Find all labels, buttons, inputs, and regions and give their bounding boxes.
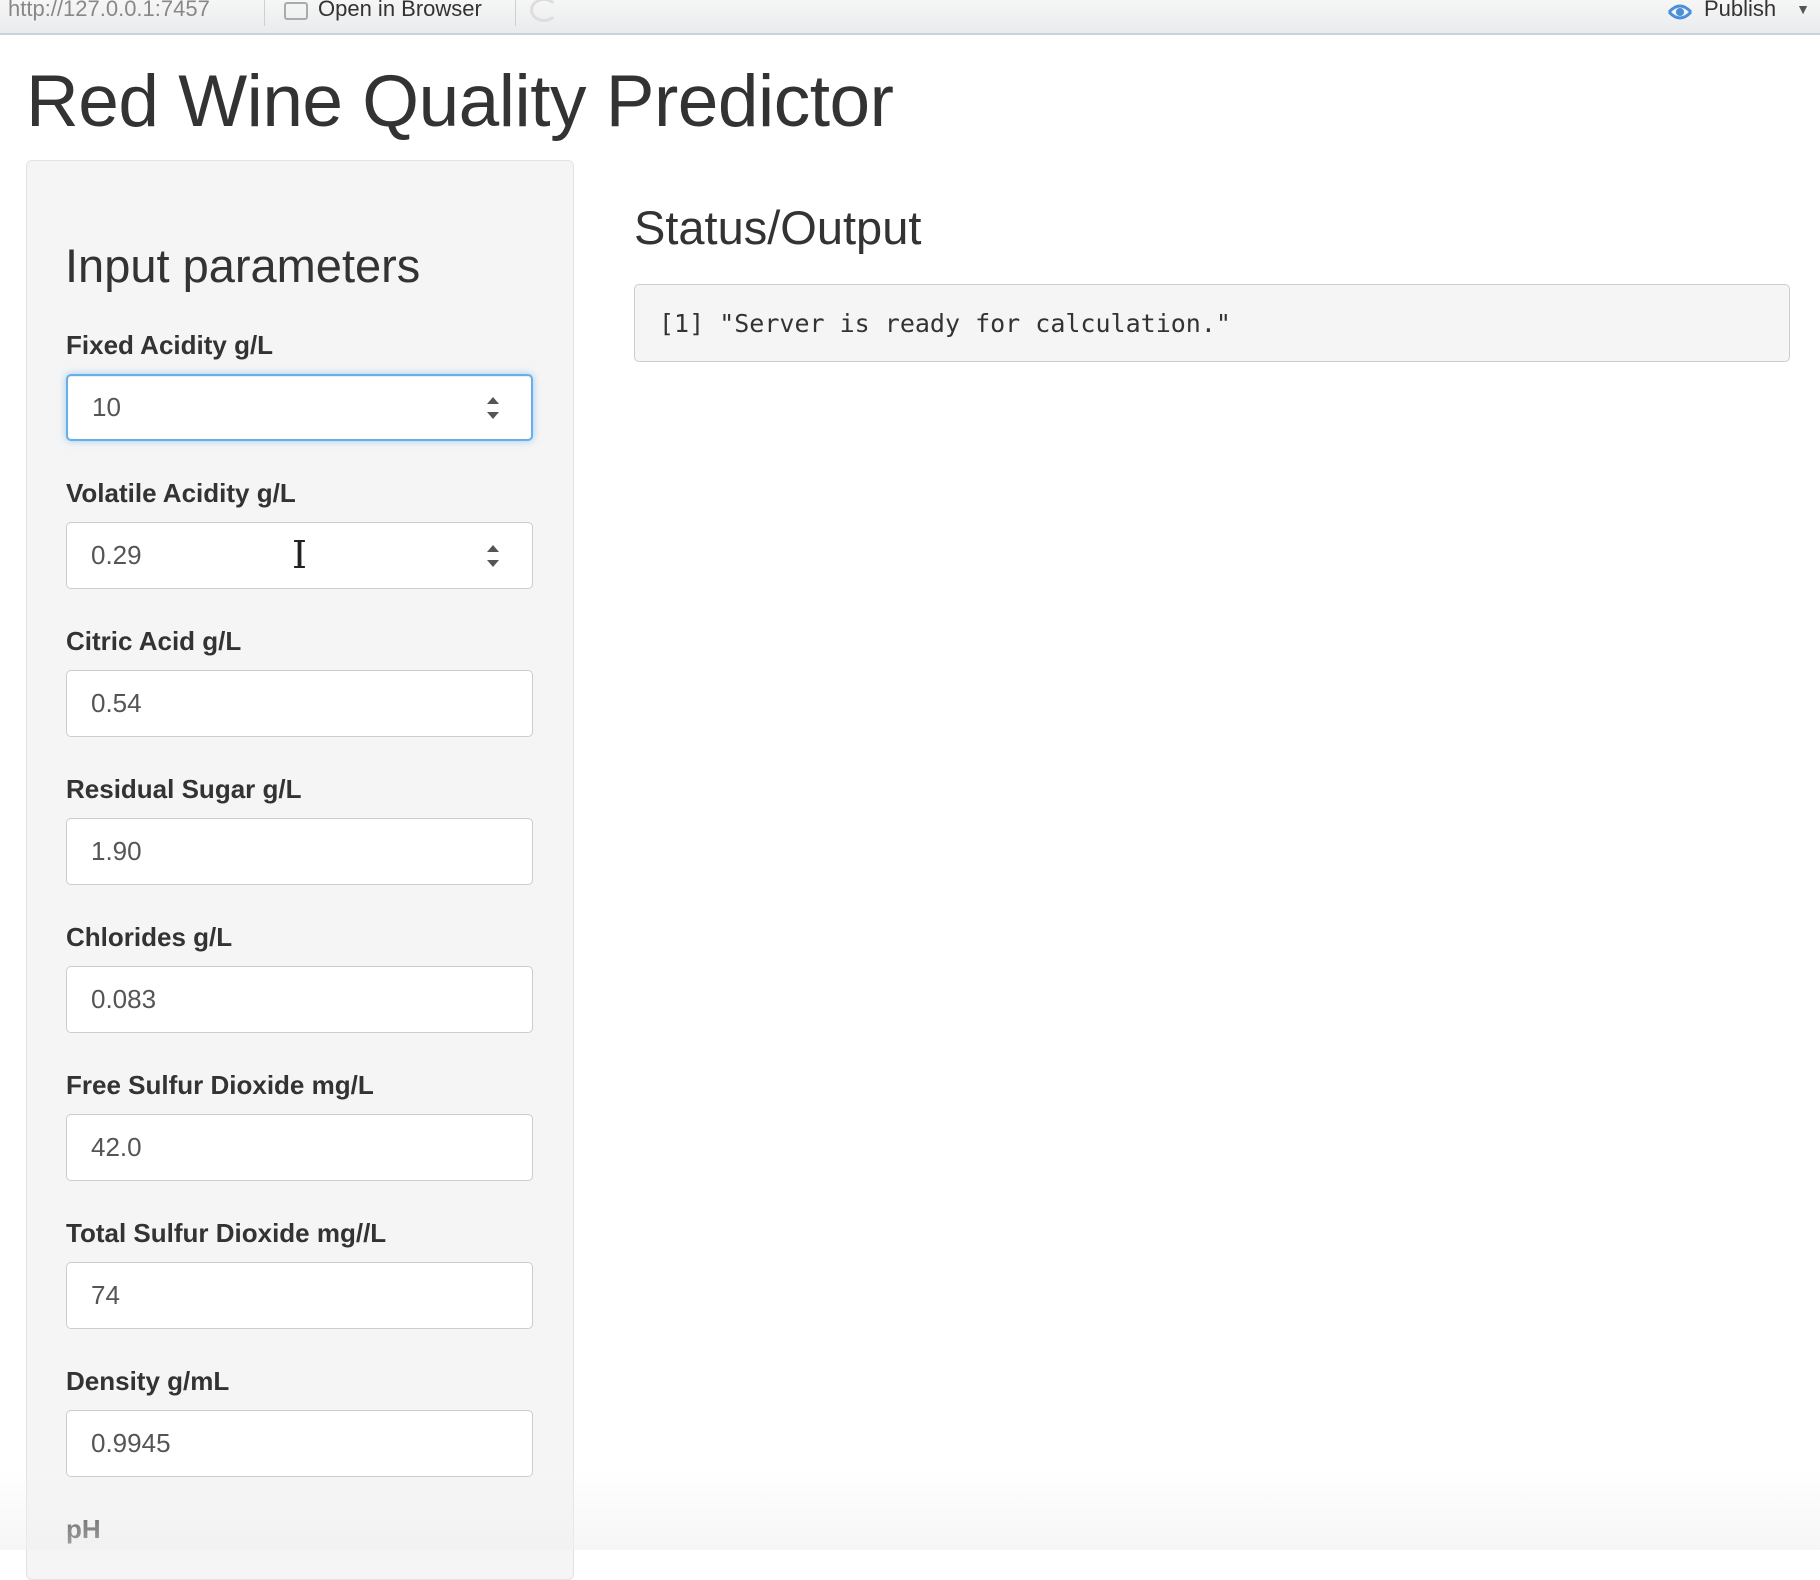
number-spinner-icon[interactable] [485, 393, 501, 423]
open-in-browser-icon [284, 2, 308, 20]
text-cursor-icon: I [292, 533, 308, 577]
toolbar-divider [264, 0, 265, 26]
viewer-toolbar: http://127.0.0.1:7457 Open in Browser Pu… [0, 0, 1820, 35]
citric-acid-label: Citric Acid g/L [66, 626, 242, 656]
refresh-icon[interactable] [530, 0, 558, 22]
chevron-down-icon[interactable]: ▼ [1796, 1, 1810, 17]
url-text: http://127.0.0.1:7457 [8, 0, 210, 21]
sidebar-heading: Input parameters [65, 239, 421, 292]
toolbar-divider [515, 0, 516, 26]
volatile-acidity-label: Volatile Acidity g/L [66, 478, 296, 508]
residual-sugar-input[interactable] [66, 818, 533, 885]
total-sulfur-dioxide-input[interactable] [66, 1262, 533, 1329]
open-in-browser-label: Open in Browser [318, 0, 482, 21]
citric-acid-input[interactable] [66, 670, 533, 737]
fixed-acidity-label: Fixed Acidity g/L [66, 330, 274, 360]
status-output-heading: Status/Output [634, 201, 922, 254]
residual-sugar-label: Residual Sugar g/L [66, 774, 302, 804]
publish-label: Publish [1703, 0, 1777, 21]
publish-button[interactable]: Publish ▼ [1666, 0, 1810, 22]
total-sulfur-dioxide-label: Total Sulfur Dioxide mg//L [66, 1218, 387, 1248]
density-input[interactable] [66, 1410, 533, 1477]
number-spinner-icon[interactable] [485, 541, 501, 571]
free-sulfur-dioxide-label: Free Sulfur Dioxide mg/L [66, 1070, 374, 1100]
chlorides-input[interactable] [66, 966, 533, 1033]
chlorides-label: Chlorides g/L [66, 922, 233, 952]
fixed-acidity-input[interactable] [66, 374, 533, 441]
free-sulfur-dioxide-input[interactable] [66, 1114, 533, 1181]
density-label: Density g/mL [66, 1366, 230, 1396]
publish-icon [1667, 4, 1693, 20]
open-in-browser-button[interactable]: Open in Browser [284, 0, 482, 22]
page-title: Red Wine Quality Predictor [26, 61, 894, 142]
status-output-box: [1] "Server is ready for calculation." [634, 284, 1790, 362]
ph-label: pH [66, 1514, 101, 1544]
